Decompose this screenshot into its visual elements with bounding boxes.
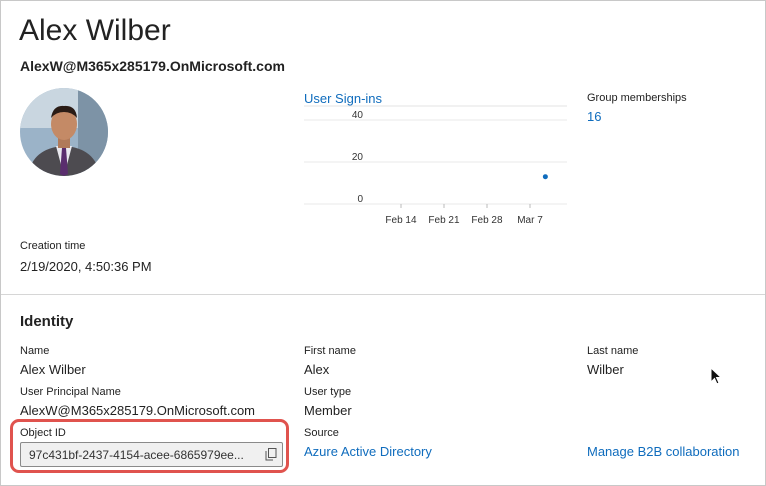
mouse-pointer-icon	[710, 367, 723, 385]
object-id-value[interactable]: 97c431bf-2437-4154-acee-6865979ee...	[29, 448, 257, 462]
first-name-label: First name	[304, 345, 356, 357]
y-tick-label: 20	[352, 152, 364, 163]
upn-label: User Principal Name	[20, 386, 121, 398]
object-id-label: Object ID	[20, 427, 66, 439]
upn-value: AlexW@M365x285179.OnMicrosoft.com	[20, 403, 256, 418]
source-label: Source	[304, 427, 339, 439]
name-value: Alex Wilber	[20, 362, 86, 377]
last-name-value: Wilber	[587, 362, 624, 377]
page-title: Alex Wilber	[19, 14, 171, 47]
x-tick-label: Feb 28	[471, 215, 503, 226]
user-principal-name-header: AlexW@M365x285179.OnMicrosoft.com	[20, 58, 285, 74]
sign-ins-chart: 0 20 40 Feb 14 Feb 21 Feb 28 Mar 7	[304, 105, 567, 226]
x-tick-label: Feb 21	[428, 215, 460, 226]
user-profile-panel: Alex Wilber AlexW@M365x285179.OnMicrosof…	[0, 0, 766, 486]
name-label: Name	[20, 345, 50, 357]
creation-time-value: 2/19/2020, 4:50:36 PM	[20, 259, 152, 274]
copy-icon[interactable]	[265, 448, 277, 461]
x-tick-label: Mar 7	[517, 215, 543, 226]
user-type-label: User type	[304, 386, 352, 398]
group-memberships-count[interactable]: 16	[587, 109, 601, 124]
group-memberships-label: Group memberships	[587, 92, 687, 104]
azure-active-directory-link[interactable]: Azure Active Directory	[304, 444, 432, 459]
section-divider	[1, 294, 765, 295]
x-tick-label: Feb 14	[385, 215, 417, 226]
y-tick-label: 0	[357, 194, 363, 205]
y-tick-label: 40	[352, 110, 364, 121]
user-type-value: Member	[304, 403, 352, 418]
identity-section-title: Identity	[20, 313, 74, 330]
object-id-field[interactable]: 97c431bf-2437-4154-acee-6865979ee...	[20, 442, 283, 467]
first-name-value: Alex	[304, 362, 330, 377]
last-name-label: Last name	[587, 345, 639, 357]
avatar	[20, 88, 108, 176]
creation-time-label: Creation time	[20, 240, 86, 252]
sign-in-point	[542, 174, 548, 180]
manage-b2b-collaboration-link[interactable]: Manage B2B collaboration	[587, 444, 740, 459]
